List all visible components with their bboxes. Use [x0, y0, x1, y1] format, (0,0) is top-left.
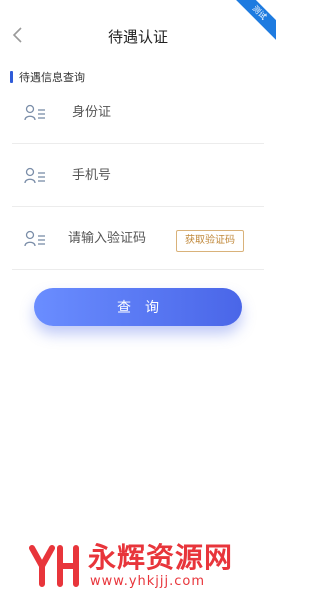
corner-badge: 测试 [236, 0, 276, 40]
verification-code-input[interactable] [68, 231, 178, 246]
query-button[interactable]: 查询 [34, 288, 242, 326]
id-row [12, 82, 264, 144]
watermark: 永辉资源网 www.yhkjjj.com [28, 538, 233, 594]
phone-row [12, 145, 264, 207]
verify-user-icon [24, 230, 45, 246]
phone-input[interactable] [72, 168, 192, 183]
corner-badge-label: 测试 [236, 0, 276, 40]
watermark-text: 永辉资源网 www.yhkjjj.com [88, 542, 233, 590]
id-number-input[interactable] [72, 105, 192, 120]
id-card-icon [24, 104, 45, 120]
header: 待遇认证 测试 [0, 0, 276, 60]
watermark-logo-icon [29, 545, 79, 587]
watermark-url: www.yhkjjj.com [90, 574, 206, 589]
page-title: 待遇认证 [107, 28, 168, 46]
get-code-button[interactable]: 获取验证码 [176, 230, 244, 252]
watermark-name: 永辉资源网 [88, 541, 234, 574]
user-list-icon [24, 167, 45, 183]
code-row: 获取验证码 [12, 208, 264, 270]
